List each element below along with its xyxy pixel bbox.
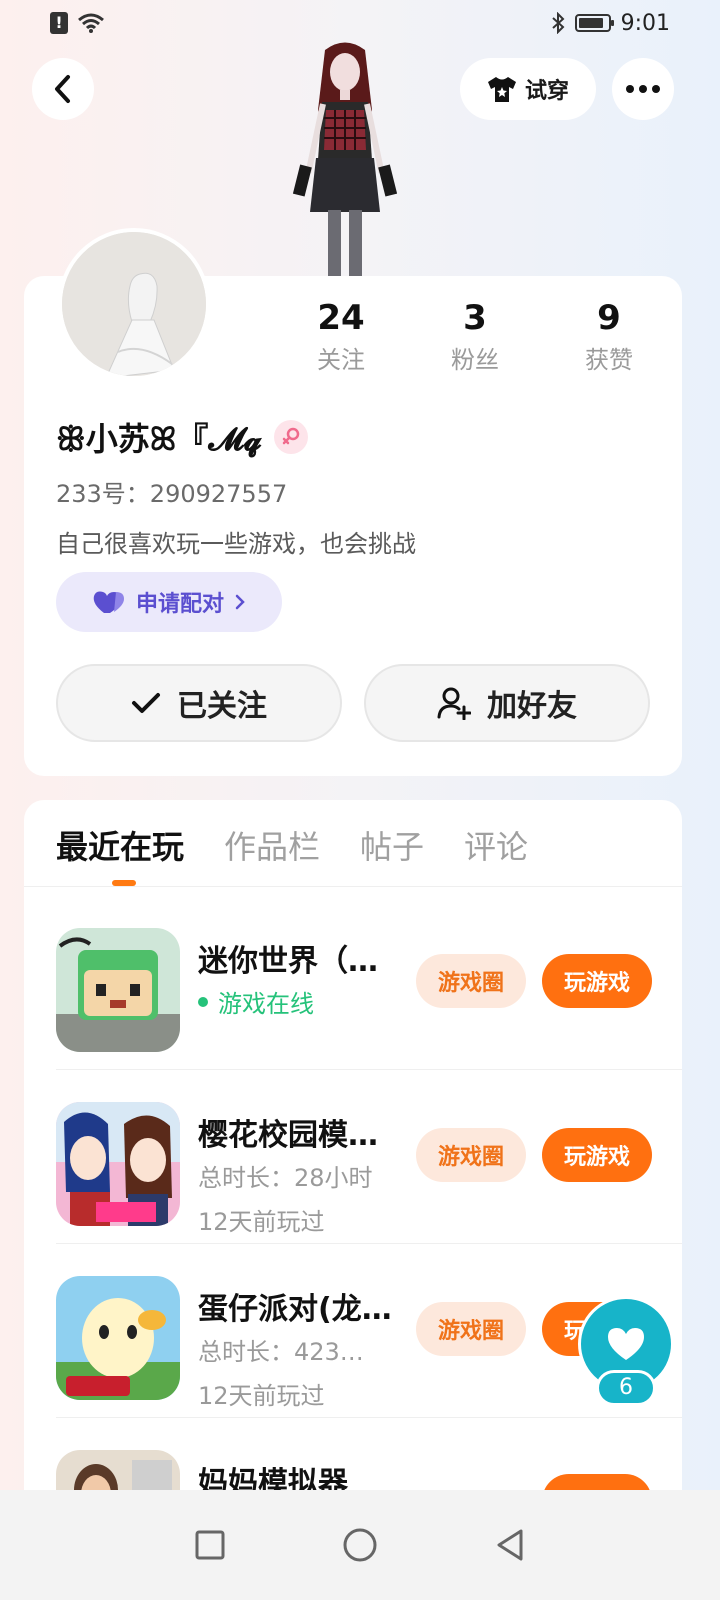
game-last-played: 12天前玩过 (198, 1382, 325, 1410)
recent-apps-icon[interactable] (195, 1530, 225, 1560)
bluetooth-icon (551, 12, 565, 34)
stat-number: 24 (317, 298, 365, 338)
stat-label: 粉丝 (451, 346, 499, 374)
game-playtime: 总时长：28小时 (198, 1164, 373, 1192)
user-bio: 自己很喜欢玩一些游戏，也会挑战 (56, 530, 416, 558)
wifi-icon (78, 13, 104, 33)
back-nav-icon[interactable] (495, 1528, 525, 1562)
female-icon (273, 420, 308, 454)
chevron-left-icon (55, 75, 70, 103)
like-count: 6 (596, 1370, 656, 1406)
alert-icon: ! (50, 12, 68, 34)
stat-followers[interactable]: 3 粉丝 (408, 296, 542, 380)
tab-works[interactable]: 作品栏 (224, 822, 320, 868)
avatar-character-figure[interactable] (280, 40, 410, 280)
add-user-icon (437, 687, 471, 720)
games-card: 最近在玩 作品栏 帖子 评论 迷你世界（… 游戏在线 游戏圈 玩游戏 樱花校园模… (24, 800, 682, 1520)
request-match-label: 申请配对 (135, 592, 224, 617)
game-title: 蛋仔派对(龙… (198, 1292, 392, 1327)
stat-following[interactable]: 24 关注 (274, 296, 408, 380)
profile-stats: 24 关注 3 粉丝 9 获赞 (274, 296, 676, 380)
profile-tabs: 最近在玩 作品栏 帖子 评论 (56, 822, 528, 868)
game-playtime: 总时长：423… (198, 1338, 364, 1366)
game-circle-button[interactable]: 游戏圈 (416, 1128, 526, 1182)
username: ꕥ小苏ꕤ『𝓜𝓺 (56, 420, 262, 458)
tab-comments[interactable]: 评论 (464, 822, 528, 868)
stat-likes[interactable]: 9 获赞 (542, 296, 676, 380)
try-on-label: 试穿 (524, 79, 569, 104)
game-icon-sakura-school[interactable] (56, 1102, 180, 1226)
game-online-status: 游戏在线 (198, 984, 314, 1019)
status-time: 9:01 (620, 10, 670, 36)
stat-number: 9 (597, 298, 621, 338)
system-nav-bar (0, 1490, 720, 1600)
battery-icon (574, 14, 614, 32)
tshirt-icon (487, 77, 516, 102)
game-icon-mini-world[interactable] (56, 928, 180, 1052)
heart-icon (608, 1328, 644, 1360)
game-circle-button[interactable]: 游戏圈 (416, 1302, 526, 1356)
stat-number: 3 (463, 298, 487, 338)
chevron-right-icon (235, 594, 245, 610)
following-button[interactable]: 已关注 (56, 664, 342, 742)
user-id: 233号：290927557 (56, 480, 288, 508)
add-friend-label: 加好友 (487, 689, 577, 724)
game-row[interactable]: 迷你世界（… 游戏在线 游戏圈 玩游戏 (24, 896, 682, 1070)
try-on-button[interactable]: 试穿 (460, 58, 596, 120)
more-dots-icon (626, 85, 660, 93)
check-icon (132, 693, 160, 713)
online-label: 游戏在线 (218, 990, 314, 1018)
more-button[interactable] (612, 58, 674, 120)
play-game-button[interactable]: 玩游戏 (542, 1128, 652, 1182)
tab-posts[interactable]: 帖子 (360, 822, 424, 868)
game-last-played: 12天前玩过 (198, 1208, 325, 1236)
game-title: 樱花校园模… (198, 1118, 378, 1153)
request-match-button[interactable]: 申请配对 (56, 572, 282, 632)
game-circle-button[interactable]: 游戏圈 (416, 954, 526, 1008)
play-game-button[interactable]: 玩游戏 (542, 954, 652, 1008)
like-float-button[interactable]: 6 (578, 1296, 674, 1408)
game-title: 迷你世界（… (198, 944, 378, 979)
game-row[interactable]: 樱花校园模… 总时长：28小时 12天前玩过 游戏圈 玩游戏 (24, 1070, 682, 1244)
stat-label: 获赞 (585, 346, 633, 374)
following-label: 已关注 (177, 689, 267, 724)
avatar[interactable] (58, 228, 210, 380)
game-icon-eggy-party[interactable] (56, 1276, 180, 1400)
username-row: ꕥ小苏ꕤ『𝓜𝓺 (56, 414, 308, 460)
home-icon[interactable] (343, 1528, 377, 1562)
tab-recently-played[interactable]: 最近在玩 (56, 822, 184, 868)
stat-label: 关注 (317, 346, 365, 374)
heart-pair-icon (93, 591, 124, 613)
add-friend-button[interactable]: 加好友 (364, 664, 650, 742)
back-button[interactable] (32, 58, 94, 120)
online-dot-icon (198, 996, 208, 1007)
